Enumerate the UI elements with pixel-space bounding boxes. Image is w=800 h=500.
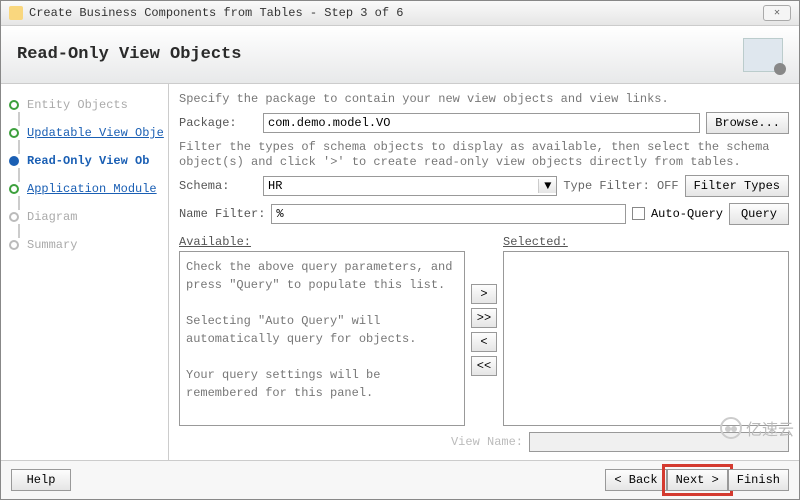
steps-sidebar: Entity Objects Updatable View Obje Read-… <box>1 84 169 460</box>
package-label: Package: <box>179 116 257 130</box>
step-readonly-view: Read-Only View Ob <box>7 150 168 172</box>
wizard-header: Read-Only View Objects <box>1 26 799 84</box>
schema-combo[interactable]: HR ▼ <box>263 176 557 196</box>
wizard-footer: Help < Back Next > Finish <box>1 460 799 499</box>
wizard-window: Create Business Components from Tables -… <box>0 0 800 500</box>
step-bullet-icon <box>9 184 19 194</box>
step-bullet-icon <box>9 240 19 250</box>
schema-value: HR <box>264 179 538 193</box>
wizard-body: Entity Objects Updatable View Obje Read-… <box>1 84 799 460</box>
step-application-module[interactable]: Application Module <box>7 178 168 200</box>
step-bullet-icon <box>9 100 19 110</box>
chevron-down-icon: ▼ <box>538 179 556 193</box>
name-filter-input[interactable] <box>271 204 626 224</box>
step-bullet-icon <box>9 156 19 166</box>
main-panel: Specify the package to contain your new … <box>169 84 799 460</box>
instruction-text-2: Filter the types of schema objects to di… <box>179 140 789 171</box>
auto-query-checkbox[interactable] <box>632 207 645 220</box>
app-icon <box>9 6 23 20</box>
remove-button[interactable]: < <box>471 332 497 352</box>
view-name-input <box>529 432 789 452</box>
step-label: Application Module <box>27 182 157 196</box>
package-input[interactable] <box>263 113 700 133</box>
step-bullet-icon <box>9 128 19 138</box>
step-label: Summary <box>27 238 77 252</box>
view-name-row: View Name: <box>179 432 789 452</box>
schema-label: Schema: <box>179 179 257 193</box>
available-list[interactable]: Check the above query parameters, and pr… <box>179 251 465 426</box>
add-all-button[interactable]: >> <box>471 308 497 328</box>
view-name-label: View Name: <box>179 435 523 449</box>
query-button[interactable]: Query <box>729 203 789 225</box>
finish-button[interactable]: Finish <box>728 469 789 491</box>
name-filter-row: Name Filter: Auto-Query Query <box>179 203 789 225</box>
schema-row: Schema: HR ▼ Type Filter: OFF Filter Typ… <box>179 175 789 197</box>
selected-label: Selected: <box>503 235 789 249</box>
step-summary: Summary <box>7 234 168 256</box>
available-label: Available: <box>179 235 465 249</box>
step-diagram: Diagram <box>7 206 168 228</box>
available-column: Available: Check the above query paramet… <box>179 235 465 426</box>
page-title: Read-Only View Objects <box>17 45 241 64</box>
shuttle-section: Available: Check the above query paramet… <box>179 235 789 426</box>
add-button[interactable]: > <box>471 284 497 304</box>
remove-all-button[interactable]: << <box>471 356 497 376</box>
step-label: Read-Only View Ob <box>27 154 149 168</box>
name-filter-label: Name Filter: <box>179 207 265 221</box>
filter-types-button[interactable]: Filter Types <box>685 175 789 197</box>
auto-query-label: Auto-Query <box>651 207 723 221</box>
header-graphic-icon <box>743 38 783 72</box>
type-filter-status: Type Filter: OFF <box>563 179 678 193</box>
step-label: Entity Objects <box>27 98 128 112</box>
selected-list[interactable] <box>503 251 789 426</box>
titlebar: Create Business Components from Tables -… <box>1 1 799 26</box>
instruction-text: Specify the package to contain your new … <box>179 92 789 108</box>
step-label: Updatable View Obje <box>27 126 164 140</box>
next-button[interactable]: Next > <box>667 469 728 491</box>
package-row: Package: Browse... <box>179 112 789 134</box>
close-button[interactable]: ✕ <box>763 5 791 21</box>
window-title: Create Business Components from Tables -… <box>29 6 763 20</box>
help-button[interactable]: Help <box>11 469 71 491</box>
shuttle-buttons: > >> < << <box>471 235 497 426</box>
back-button[interactable]: < Back <box>605 469 666 491</box>
step-updatable-view[interactable]: Updatable View Obje <box>7 122 168 144</box>
step-label: Diagram <box>27 210 77 224</box>
browse-button[interactable]: Browse... <box>706 112 789 134</box>
selected-column: Selected: <box>503 235 789 426</box>
step-bullet-icon <box>9 212 19 222</box>
step-entity-objects: Entity Objects <box>7 94 168 116</box>
